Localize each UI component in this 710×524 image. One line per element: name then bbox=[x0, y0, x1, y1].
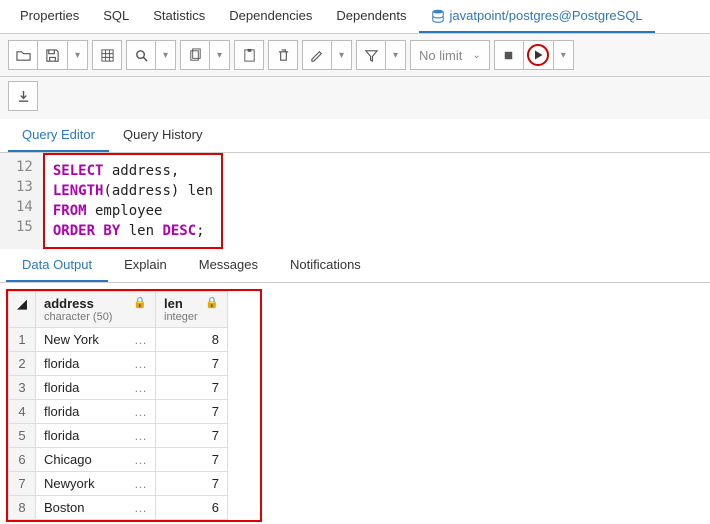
cell-address[interactable]: florida… bbox=[36, 352, 156, 376]
cell-len[interactable]: 7 bbox=[156, 424, 228, 448]
database-icon bbox=[431, 9, 445, 23]
cell-len[interactable]: 7 bbox=[156, 400, 228, 424]
editor-tabs: Query Editor Query History bbox=[0, 119, 710, 153]
top-tabs: Properties SQL Statistics Dependencies D… bbox=[0, 0, 710, 34]
col-header-address[interactable]: 🔒 address character (50) bbox=[36, 292, 156, 328]
edit-dropdown[interactable]: ▾ bbox=[332, 40, 352, 70]
cell-len[interactable]: 7 bbox=[156, 472, 228, 496]
limit-select[interactable]: No limit ⌄ bbox=[410, 40, 490, 70]
tab-sql[interactable]: SQL bbox=[91, 0, 141, 33]
toolbar: ▾ ▾ ▾ ▾ ▾ No limit ⌄ ▾ bbox=[0, 34, 710, 77]
table-row[interactable]: 6Chicago…7 bbox=[9, 448, 228, 472]
table-row[interactable]: 3florida…7 bbox=[9, 376, 228, 400]
tab-dependents[interactable]: Dependents bbox=[324, 0, 418, 33]
cell-address[interactable]: Boston… bbox=[36, 496, 156, 520]
open-file-button[interactable] bbox=[8, 40, 38, 70]
cell-address[interactable]: Newyork… bbox=[36, 472, 156, 496]
result-tabs: Data Output Explain Messages Notificatio… bbox=[0, 249, 710, 283]
row-number[interactable]: 7 bbox=[9, 472, 36, 496]
result-grid[interactable]: ◢ 🔒 address character (50) 🔒 len integer… bbox=[8, 291, 228, 520]
row-number[interactable]: 5 bbox=[9, 424, 36, 448]
tab-query-editor[interactable]: Query Editor bbox=[8, 119, 109, 152]
stop-button[interactable] bbox=[494, 40, 524, 70]
save-dropdown[interactable]: ▾ bbox=[68, 40, 88, 70]
table-row[interactable]: 1New York…8 bbox=[9, 328, 228, 352]
cell-address[interactable]: florida… bbox=[36, 400, 156, 424]
row-number[interactable]: 8 bbox=[9, 496, 36, 520]
row-number[interactable]: 1 bbox=[9, 328, 36, 352]
tab-explain[interactable]: Explain bbox=[108, 249, 183, 282]
tab-query-history[interactable]: Query History bbox=[109, 119, 216, 152]
row-number[interactable]: 2 bbox=[9, 352, 36, 376]
search-dropdown[interactable]: ▾ bbox=[156, 40, 176, 70]
cell-len[interactable]: 8 bbox=[156, 328, 228, 352]
search-button[interactable] bbox=[126, 40, 156, 70]
table-row[interactable]: 4florida…7 bbox=[9, 400, 228, 424]
tab-dependencies[interactable]: Dependencies bbox=[217, 0, 324, 33]
lock-icon: 🔒 bbox=[133, 296, 147, 309]
sql-editor[interactable]: 12131415 SELECT address,LENGTH(address) … bbox=[0, 153, 710, 249]
table-row[interactable]: 7Newyork…7 bbox=[9, 472, 228, 496]
sql-code[interactable]: SELECT address,LENGTH(address) lenFROM e… bbox=[45, 157, 221, 245]
cell-address[interactable]: florida… bbox=[36, 376, 156, 400]
limit-label: No limit bbox=[419, 48, 462, 63]
chevron-down-icon: ⌄ bbox=[472, 50, 480, 61]
filter-button[interactable] bbox=[356, 40, 386, 70]
tab-messages[interactable]: Messages bbox=[183, 249, 274, 282]
toolbar-row2 bbox=[0, 77, 710, 119]
cell-address[interactable]: florida… bbox=[36, 424, 156, 448]
table-button[interactable] bbox=[92, 40, 122, 70]
download-button[interactable] bbox=[8, 81, 38, 111]
copy-button[interactable] bbox=[180, 40, 210, 70]
run-button[interactable] bbox=[524, 40, 554, 70]
cell-len[interactable]: 7 bbox=[156, 352, 228, 376]
line-gutter: 12131415 bbox=[0, 153, 43, 249]
table-row[interactable]: 8Boston…6 bbox=[9, 496, 228, 520]
tab-notifications[interactable]: Notifications bbox=[274, 249, 377, 282]
cell-address[interactable]: New York… bbox=[36, 328, 156, 352]
table-row[interactable]: 2florida…7 bbox=[9, 352, 228, 376]
edit-button[interactable] bbox=[302, 40, 332, 70]
table-row[interactable]: 5florida…7 bbox=[9, 424, 228, 448]
paste-button[interactable] bbox=[234, 40, 264, 70]
row-number[interactable]: 3 bbox=[9, 376, 36, 400]
tab-data-output[interactable]: Data Output bbox=[6, 249, 108, 282]
result-grid-wrap: ◢ 🔒 address character (50) 🔒 len integer… bbox=[6, 289, 262, 522]
cell-len[interactable]: 7 bbox=[156, 376, 228, 400]
lock-icon: 🔒 bbox=[205, 296, 219, 309]
row-number[interactable]: 6 bbox=[9, 448, 36, 472]
copy-dropdown[interactable]: ▾ bbox=[210, 40, 230, 70]
col-header-len[interactable]: 🔒 len integer bbox=[156, 292, 228, 328]
cell-len[interactable]: 7 bbox=[156, 448, 228, 472]
cell-len[interactable]: 6 bbox=[156, 496, 228, 520]
run-dropdown[interactable]: ▾ bbox=[554, 40, 574, 70]
save-button[interactable] bbox=[38, 40, 68, 70]
tab-properties[interactable]: Properties bbox=[8, 0, 91, 33]
grid-corner[interactable]: ◢ bbox=[9, 292, 36, 328]
tab-statistics[interactable]: Statistics bbox=[141, 0, 217, 33]
filter-dropdown[interactable]: ▾ bbox=[386, 40, 406, 70]
tab-connection-label: javatpoint/postgres@PostgreSQL bbox=[450, 8, 643, 23]
cell-address[interactable]: Chicago… bbox=[36, 448, 156, 472]
delete-button[interactable] bbox=[268, 40, 298, 70]
row-number[interactable]: 4 bbox=[9, 400, 36, 424]
tab-connection[interactable]: javatpoint/postgres@PostgreSQL bbox=[419, 0, 655, 33]
